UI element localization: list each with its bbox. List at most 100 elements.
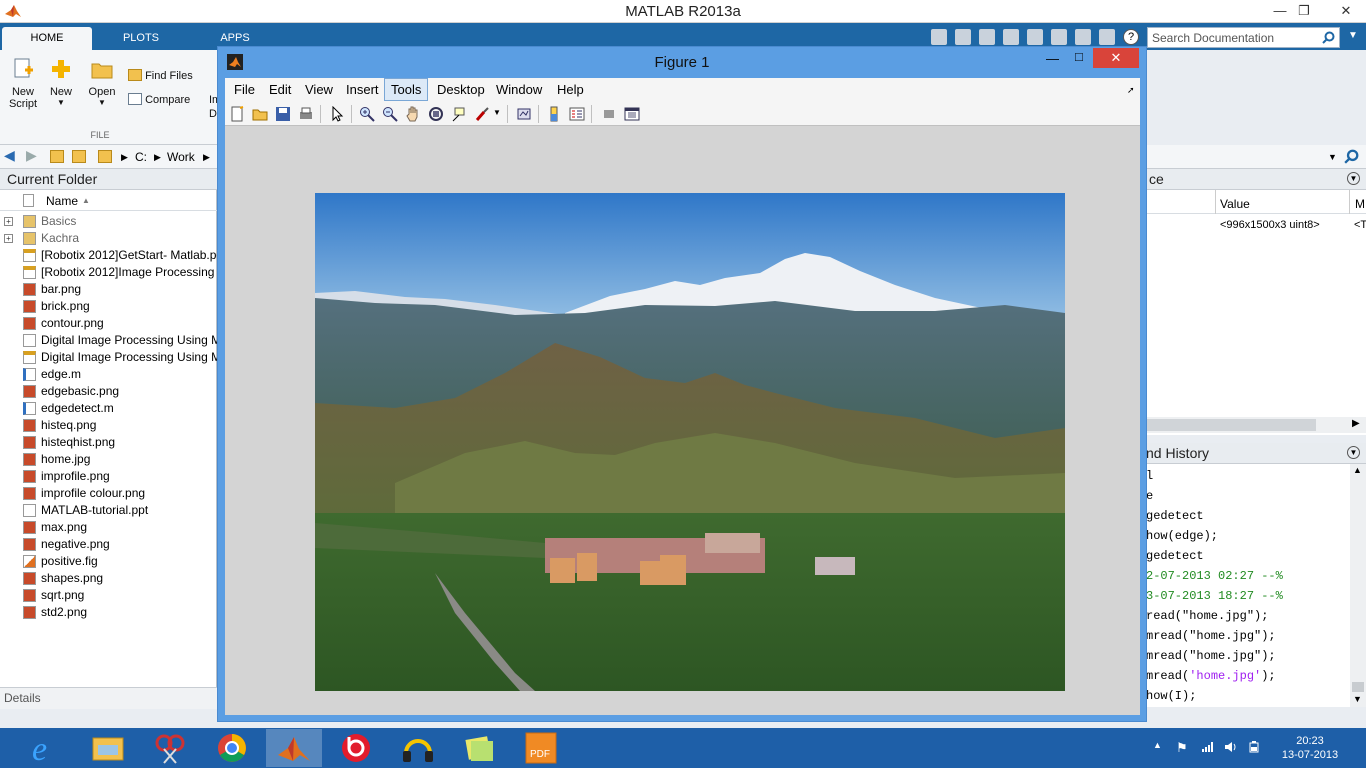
search-documentation-field[interactable]: Search Documentation	[1147, 27, 1340, 48]
file-list-item[interactable]: + Basics	[0, 213, 217, 230]
help-icon[interactable]: ?	[1123, 29, 1139, 45]
close-button[interactable]: ✕	[1326, 0, 1366, 21]
pan-hand-icon[interactable]	[405, 106, 421, 122]
file-list-item[interactable]: bar.png	[0, 281, 217, 298]
file-list-item[interactable]: home.jpg	[0, 451, 217, 468]
command-history-entry[interactable]: how(edge);	[1146, 529, 1218, 543]
copy-icon[interactable]	[1003, 29, 1019, 45]
file-list-item[interactable]: [Robotix 2012]GetStart- Matlab.pdf	[0, 247, 217, 264]
file-list-item[interactable]: improfile colour.png	[0, 485, 217, 502]
figure-minimize-button[interactable]: —	[1046, 51, 1059, 66]
insert-legend-icon[interactable]	[569, 106, 585, 122]
new-script-button[interactable]: New Script	[6, 58, 40, 110]
zoom-in-icon[interactable]	[359, 106, 375, 122]
edit-plot-arrow-icon[interactable]	[329, 106, 345, 122]
command-history-actions-icon[interactable]: ▼	[1347, 446, 1360, 459]
find-files-button[interactable]: Find Files	[128, 69, 193, 82]
forward-icon[interactable]: ▶	[26, 147, 37, 164]
up-folder-icon[interactable]	[50, 150, 64, 163]
file-list-item[interactable]: MATLAB-tutorial.ppt	[0, 502, 217, 519]
file-list-item[interactable]: sqrt.png	[0, 587, 217, 604]
file-list-item[interactable]: edge.m	[0, 366, 217, 383]
command-history-entry[interactable]: gedetect	[1146, 549, 1204, 563]
zoom-out-icon[interactable]	[382, 106, 398, 122]
file-list-item[interactable]: Digital Image Processing Using Matlab	[0, 349, 217, 366]
command-history-entry[interactable]: gedetect	[1146, 509, 1204, 523]
command-history-entry[interactable]: 2-07-2013 02:27 --%	[1146, 569, 1283, 583]
path-drive[interactable]: C:	[135, 150, 147, 164]
command-history-entry[interactable]: mread("home.jpg");	[1146, 629, 1276, 643]
headphones-app-button[interactable]	[390, 729, 446, 767]
file-list-item[interactable]: Digital Image Processing Using Matlab	[0, 332, 217, 349]
command-history-entry[interactable]: read("home.jpg");	[1146, 609, 1268, 623]
beats-audio-button[interactable]	[328, 729, 384, 767]
command-history-entry[interactable]: e	[1146, 489, 1153, 503]
paste-icon[interactable]	[1027, 29, 1043, 45]
address-dropdown-icon[interactable]: ▼	[1328, 152, 1337, 162]
internet-explorer-button[interactable]: e	[18, 729, 74, 768]
open-file-icon[interactable]	[252, 106, 268, 122]
dock-arrow-icon[interactable]: ➚	[1127, 85, 1135, 96]
hide-plot-tools-icon[interactable]	[601, 106, 617, 122]
tab-plots[interactable]: PLOTS	[96, 27, 186, 50]
menu-tools[interactable]: Tools	[384, 78, 429, 101]
switch-windows-icon[interactable]	[1099, 29, 1115, 45]
address-search-icon[interactable]	[1344, 149, 1359, 164]
link-plot-icon[interactable]	[516, 106, 532, 122]
file-list-item[interactable]: + Kachra	[0, 230, 217, 247]
print-figure-icon[interactable]	[298, 106, 314, 122]
menu-help[interactable]: Help	[557, 82, 584, 97]
scroll-down-icon[interactable]: ▼	[1353, 694, 1362, 704]
pdf-reader-button[interactable]: PDF	[514, 729, 570, 767]
search-icon[interactable]	[1322, 31, 1335, 44]
command-history-entry[interactable]: how(I);	[1146, 689, 1196, 703]
compare-button[interactable]: Compare	[128, 93, 190, 106]
file-list-item[interactable]: shapes.png	[0, 570, 217, 587]
power-icon[interactable]	[1248, 740, 1262, 754]
matlab-taskbar-button[interactable]	[266, 729, 322, 767]
scroll-right-icon[interactable]: ▶	[1352, 418, 1360, 429]
expand-folder-icon[interactable]: +	[4, 217, 13, 226]
command-history-entry[interactable]: mread("home.jpg");	[1146, 649, 1276, 663]
figure-maximize-button[interactable]: □	[1075, 49, 1083, 64]
open-button[interactable]: Open ▼	[86, 58, 118, 107]
command-history-entry[interactable]: l	[1146, 469, 1153, 483]
m-column-header[interactable]: M	[1355, 197, 1365, 211]
menu-file[interactable]: File	[234, 82, 255, 97]
workspace-actions-icon[interactable]: ▼	[1347, 172, 1360, 185]
back-icon[interactable]: ◀	[4, 147, 15, 164]
file-list-item[interactable]: std2.png	[0, 604, 217, 621]
scrollbar-thumb[interactable]	[1352, 682, 1364, 692]
menu-window[interactable]: Window	[496, 82, 542, 97]
sticky-notes-button[interactable]	[452, 729, 508, 767]
undo-icon[interactable]	[1051, 29, 1067, 45]
action-center-flag-icon[interactable]: ⚑	[1176, 740, 1190, 755]
command-history-entry[interactable]: mread('home.jpg');	[1146, 669, 1276, 683]
image-axes[interactable]	[315, 193, 1065, 691]
new-figure-icon[interactable]	[229, 106, 245, 122]
file-list-item[interactable]: [Robotix 2012]Image Processing Using	[0, 264, 217, 281]
menu-edit[interactable]: Edit	[269, 82, 291, 97]
browse-folder-icon[interactable]	[72, 150, 86, 163]
brush-dropdown-icon[interactable]: ▼	[493, 108, 501, 117]
command-history-entry[interactable]: 3-07-2013 18:27 --%	[1146, 589, 1283, 603]
brush-icon[interactable]	[474, 106, 490, 122]
show-plot-tools-icon[interactable]	[624, 106, 640, 122]
maximize-button[interactable]: ❐	[1290, 0, 1318, 21]
figure-close-button[interactable]: ✕	[1093, 48, 1139, 68]
file-list-item[interactable]: histeqhist.png	[0, 434, 217, 451]
name-column-header[interactable]: Name ▲	[0, 190, 217, 211]
workspace-horizontal-scrollbar[interactable]: ▶	[1146, 417, 1366, 433]
path-folder-work[interactable]: Work	[167, 150, 195, 164]
insert-colorbar-icon[interactable]	[546, 106, 562, 122]
file-list-item[interactable]: edgebasic.png	[0, 383, 217, 400]
chrome-button[interactable]	[204, 729, 260, 767]
file-list-item[interactable]: improfile.png	[0, 468, 217, 485]
file-list-item[interactable]: max.png	[0, 519, 217, 536]
file-list-item[interactable]: positive.fig	[0, 553, 217, 570]
toolstrip-collapse-icon[interactable]: ▼	[1348, 30, 1358, 41]
data-cursor-icon[interactable]	[451, 106, 467, 122]
value-column-header[interactable]: Value	[1220, 197, 1250, 211]
menu-view[interactable]: View	[305, 82, 333, 97]
menu-desktop[interactable]: Desktop	[437, 82, 485, 97]
